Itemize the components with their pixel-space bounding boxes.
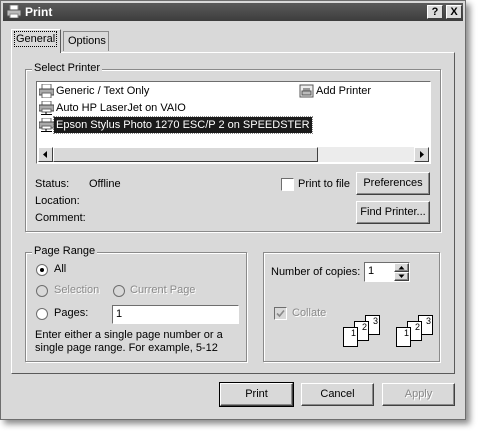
print-dialog: Print ? X General Options Select Printer… (0, 0, 466, 420)
network-printer-icon (39, 101, 54, 115)
printer-icon (39, 84, 54, 98)
printer-icon (7, 5, 21, 18)
print-to-file-label: Print to file (298, 178, 350, 190)
printer-name: Epson Stylus Photo 1270 ESC/P 2 on SPEED… (53, 116, 313, 134)
all-label: All (54, 263, 67, 275)
status-value: Offline (89, 178, 121, 190)
horizontal-scrollbar[interactable] (38, 147, 429, 162)
window-title: Print (25, 5, 53, 19)
checkmark-icon (276, 309, 285, 318)
selection-radio[interactable] (36, 285, 48, 297)
copies-down-button[interactable] (394, 272, 409, 281)
tab-general[interactable]: General (11, 29, 61, 53)
network-printer-icon (39, 118, 54, 132)
add-printer-label: Add Printer (316, 85, 372, 97)
comment-label: Comment: (35, 212, 86, 224)
help-button[interactable]: ? (427, 5, 443, 19)
copies-label: Number of copies: (271, 266, 361, 278)
preferences-button[interactable]: Preferences (356, 172, 430, 195)
page-range-legend: Page Range (32, 245, 98, 257)
tab-options[interactable]: Options (63, 31, 109, 51)
find-printer-button[interactable]: Find Printer... (356, 201, 430, 224)
scroll-thumb[interactable] (53, 147, 318, 162)
apply-button[interactable]: Apply (382, 383, 455, 406)
pages-label: Pages: (54, 307, 89, 319)
current-page-label: Current Page (130, 284, 196, 296)
pages-input[interactable]: 1 (112, 305, 239, 324)
select-printer-legend: Select Printer (32, 62, 103, 74)
scroll-right-button[interactable] (414, 147, 429, 162)
collate-checkbox[interactable] (274, 307, 287, 320)
status-label: Status: (35, 178, 70, 190)
add-printer-icon (299, 84, 314, 98)
page-range-hint: Enter either a single page number or a s… (35, 329, 223, 354)
arrow-left-icon (43, 151, 47, 158)
close-button[interactable]: X (446, 5, 462, 19)
printer-name: Generic / Text Only (56, 85, 150, 97)
arrow-up-icon (398, 266, 405, 270)
cancel-button[interactable]: Cancel (301, 383, 374, 406)
current-page-radio[interactable] (113, 285, 125, 297)
print-to-file-checkbox[interactable] (281, 178, 294, 191)
printer-name: Auto HP LaserJet on VAIO (56, 102, 186, 114)
scroll-left-button[interactable] (38, 147, 53, 162)
page-stack-sheet: 1 (396, 327, 411, 347)
page-stack-sheet: 1 (343, 327, 358, 347)
arrow-right-icon (420, 151, 424, 158)
pages-radio[interactable] (36, 308, 48, 320)
selection-label: Selection (54, 284, 100, 296)
print-button[interactable]: Print (219, 382, 294, 407)
arrow-down-icon (398, 274, 405, 278)
location-label: Location: (35, 195, 80, 207)
copies-value: 1 (368, 265, 375, 277)
title-bar[interactable]: Print ? X (3, 3, 463, 21)
printer-list[interactable]: Generic / Text Only Auto HP LaserJet on … (36, 81, 431, 164)
collate-label: Collate (292, 307, 327, 319)
all-radio[interactable] (36, 264, 48, 276)
copies-up-button[interactable] (394, 263, 409, 272)
